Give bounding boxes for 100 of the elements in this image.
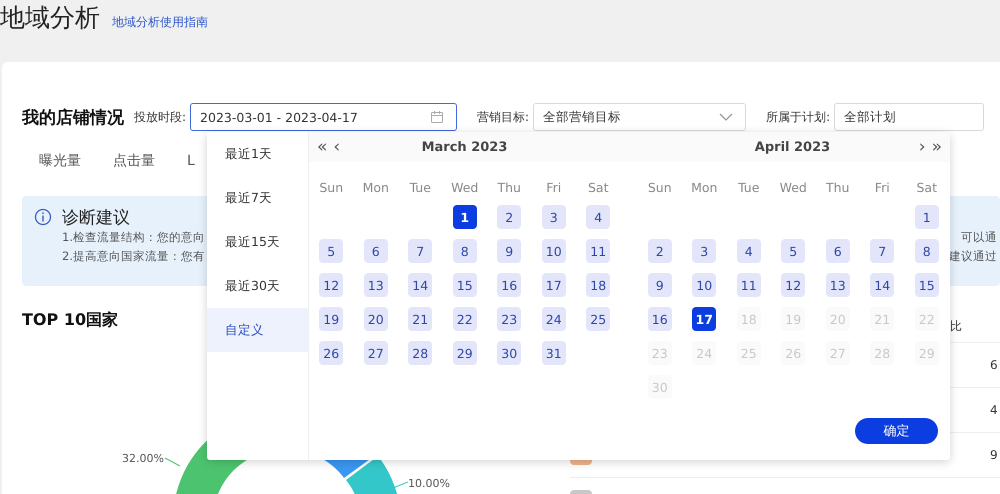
calendar-day[interactable]: 16 [497, 273, 522, 297]
calendar-day[interactable]: 23 [497, 307, 522, 331]
calendar-day[interactable]: 28 [408, 341, 432, 365]
calendar-icon [430, 110, 444, 124]
calendar-day[interactable]: 6 [826, 239, 850, 263]
field-label: 投放时段: [134, 108, 186, 126]
section-heading: 我的店铺情况 [22, 106, 124, 128]
table-cell-text: 4 [990, 403, 999, 417]
weekday-label: Tue [408, 179, 432, 197]
weekday-label: Fri [545, 179, 562, 197]
calendar-day[interactable]: 27 [364, 341, 388, 365]
metric-tab[interactable]: 点击量 [113, 152, 155, 170]
calendar-day[interactable]: 8 [452, 239, 477, 263]
calendar-day[interactable]: 16 [648, 307, 672, 331]
metric-tab[interactable]: L [187, 153, 195, 169]
calendar-day[interactable]: 4 [736, 239, 761, 263]
calendar-day[interactable]: 24 [542, 307, 566, 331]
calendar-day[interactable]: 10 [542, 239, 566, 263]
weekday-label: Thu [496, 179, 522, 197]
weekday-label: Mon [362, 179, 390, 197]
calendar-day[interactable]: 9 [648, 273, 672, 297]
calendar-day[interactable]: 20 [364, 307, 388, 331]
advice-text: 可以通 [961, 229, 997, 246]
column-header: 比 [950, 318, 963, 334]
weekday-label: Sat [587, 179, 610, 197]
calendar-day[interactable]: 11 [736, 273, 761, 297]
calendar-day[interactable]: 9 [497, 239, 522, 263]
weekday-label: Wed [450, 179, 480, 197]
calendar-day[interactable]: 10 [692, 273, 716, 297]
page-title: 地域分析 [0, 2, 100, 34]
calendar-day[interactable]: 11 [586, 239, 610, 263]
calendar-day[interactable]: 5 [319, 239, 344, 263]
calendar-day[interactable]: 1 [452, 205, 477, 229]
advice-text: 1.检查流量结构：您的意向 [62, 229, 205, 246]
percent-label: 32.00% [122, 452, 164, 465]
calendar-day[interactable]: 21 [408, 307, 432, 331]
plan-select[interactable]: 全部计划 [834, 103, 984, 131]
calendar-day[interactable]: 17 [692, 307, 716, 331]
goal-select[interactable]: 全部营销目标 [533, 103, 746, 131]
weekday-label: Sat [916, 179, 938, 197]
calendar-day[interactable]: 12 [319, 273, 344, 297]
info-icon [34, 208, 52, 226]
calendar-day[interactable]: 12 [781, 273, 806, 297]
month-title: March 2023 [422, 140, 508, 154]
table-cell-text: 6 [990, 358, 999, 372]
calendar-day[interactable]: 2 [497, 205, 522, 229]
calendar-day[interactable]: 8 [914, 239, 939, 263]
calendar-day[interactable]: 22 [452, 307, 477, 331]
calendar-day[interactable]: 13 [364, 273, 388, 297]
calendar-day[interactable]: 3 [542, 205, 566, 229]
confirm-button[interactable]: 确定 [855, 418, 938, 444]
calendar-day[interactable]: 29 [452, 341, 477, 365]
field-label: 所属于计划: [766, 108, 830, 126]
metric-tab[interactable]: 曝光量 [39, 152, 81, 170]
calendar-day[interactable]: 7 [870, 239, 894, 263]
preset-option[interactable]: 自定义 [207, 308, 308, 352]
weekday-label: Thu [825, 179, 850, 197]
calendar-day[interactable]: 6 [364, 239, 388, 263]
next-year-button[interactable]: » [932, 137, 942, 157]
weekday-label: Fri [874, 179, 891, 197]
calendar-day[interactable]: 18 [586, 273, 610, 297]
weekday-label: Tue [737, 179, 760, 197]
previous-year-button[interactable]: « [317, 137, 328, 157]
section-heading: TOP 10国家 [22, 310, 118, 331]
calendar-day[interactable]: 17 [542, 273, 566, 297]
weekday-label: Mon [690, 179, 718, 197]
calendar-day[interactable]: 25 [586, 307, 610, 331]
calendar-day[interactable]: 7 [408, 239, 432, 263]
calendar-day[interactable]: 30 [497, 341, 522, 365]
calendar-day[interactable]: 26 [319, 341, 344, 365]
calendar-day[interactable]: 1 [914, 205, 939, 229]
weekday-label: Sun [646, 179, 673, 197]
weekday-label: Wed [778, 179, 808, 197]
date-range-field[interactable]: 2023-03-01 - 2023-04-17 [190, 103, 458, 131]
calendar-day[interactable]: 14 [870, 273, 894, 297]
calendar-day[interactable]: 14 [408, 273, 432, 297]
previous-month-button[interactable]: ‹ [333, 137, 340, 157]
guide-link[interactable]: 地域分析使用指南 [112, 2, 208, 42]
advice-text: 建议通过 [949, 248, 997, 265]
calendar-day[interactable]: 19 [319, 307, 344, 331]
next-month-button[interactable]: › [918, 137, 926, 157]
percent-label: 10.00% [408, 477, 450, 490]
calendar-day[interactable]: 15 [452, 273, 477, 297]
advice-title: 诊断建议 [62, 206, 130, 228]
calendar-day[interactable]: 4 [586, 205, 610, 229]
month-title: April 2023 [754, 140, 830, 154]
weekday-label: Sun [318, 179, 344, 197]
chevron-down-icon [719, 113, 734, 121]
calendar-day[interactable]: 15 [914, 273, 939, 297]
preset-option[interactable]: 最近15天 [207, 228, 308, 272]
calendar-day[interactable]: 5 [781, 239, 806, 263]
calendar-day[interactable]: 13 [826, 273, 850, 297]
preset-option[interactable]: 最近7天 [207, 184, 308, 228]
preset-option[interactable]: 最近1天 [207, 140, 308, 184]
field-label: 营销目标: [477, 108, 530, 126]
advice-text: 2.提高意向国家流量：您有 [62, 248, 205, 265]
calendar-day[interactable]: 31 [542, 341, 566, 365]
table-cell-text: 9 [990, 448, 999, 462]
calendar-day[interactable]: 2 [648, 239, 672, 263]
calendar-day[interactable]: 3 [692, 239, 716, 263]
